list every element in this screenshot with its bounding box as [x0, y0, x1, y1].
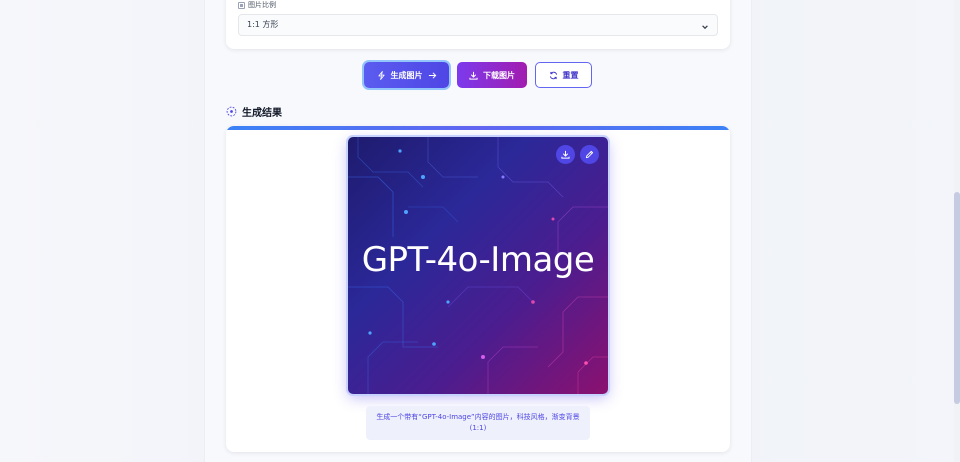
arrow-right-icon — [428, 71, 436, 79]
generated-image[interactable]: GPT-4o-Image — [348, 137, 608, 394]
scrollbar[interactable] — [954, 0, 960, 462]
image-download-button[interactable] — [556, 145, 575, 164]
download-icon — [469, 71, 478, 80]
generate-button[interactable]: 生成图片 — [364, 62, 449, 88]
result-section-title: 生成结果 — [226, 104, 282, 119]
settings-card: 图片比例 1:1 方形 — [226, 0, 730, 49]
caption-line-2: (1:1) — [469, 424, 487, 432]
caption-line-1: 生成一个带有“GPT-4o-Image”内容的图片，科技风格，渐变背景 — [376, 413, 580, 421]
target-icon — [226, 106, 237, 117]
pencil-icon — [585, 150, 594, 159]
refresh-icon — [549, 71, 557, 79]
ratio-field-label: 图片比例 — [238, 0, 276, 10]
ratio-select[interactable]: 1:1 方形 — [238, 14, 718, 36]
reset-button[interactable]: 重置 — [535, 62, 592, 88]
result-card-accent-bar — [226, 126, 730, 130]
image-text: GPT-4o-Image — [361, 240, 595, 280]
image-edit-button[interactable] — [580, 145, 599, 164]
result-card: GPT-4o-Image 生成一个带有“GPT-4o-Image”内容的图片，科… — [226, 126, 730, 452]
download-button[interactable]: 下载图片 — [457, 62, 527, 88]
download-button-label: 下载图片 — [483, 70, 515, 80]
chevron-down-icon — [701, 19, 709, 39]
image-caption: 生成一个带有“GPT-4o-Image”内容的图片，科技风格，渐变背景 (1:1… — [366, 406, 590, 440]
ratio-label-text: 图片比例 — [248, 1, 276, 9]
scrollbar-thumb[interactable] — [954, 192, 960, 404]
reset-button-label: 重置 — [562, 70, 579, 80]
generate-button-label: 生成图片 — [390, 70, 423, 80]
result-section-title-text: 生成结果 — [242, 108, 282, 119]
sparkle-icon — [377, 70, 385, 80]
download-icon — [561, 150, 570, 159]
ratio-select-value: 1:1 方形 — [247, 20, 279, 29]
ratio-icon — [238, 1, 245, 9]
